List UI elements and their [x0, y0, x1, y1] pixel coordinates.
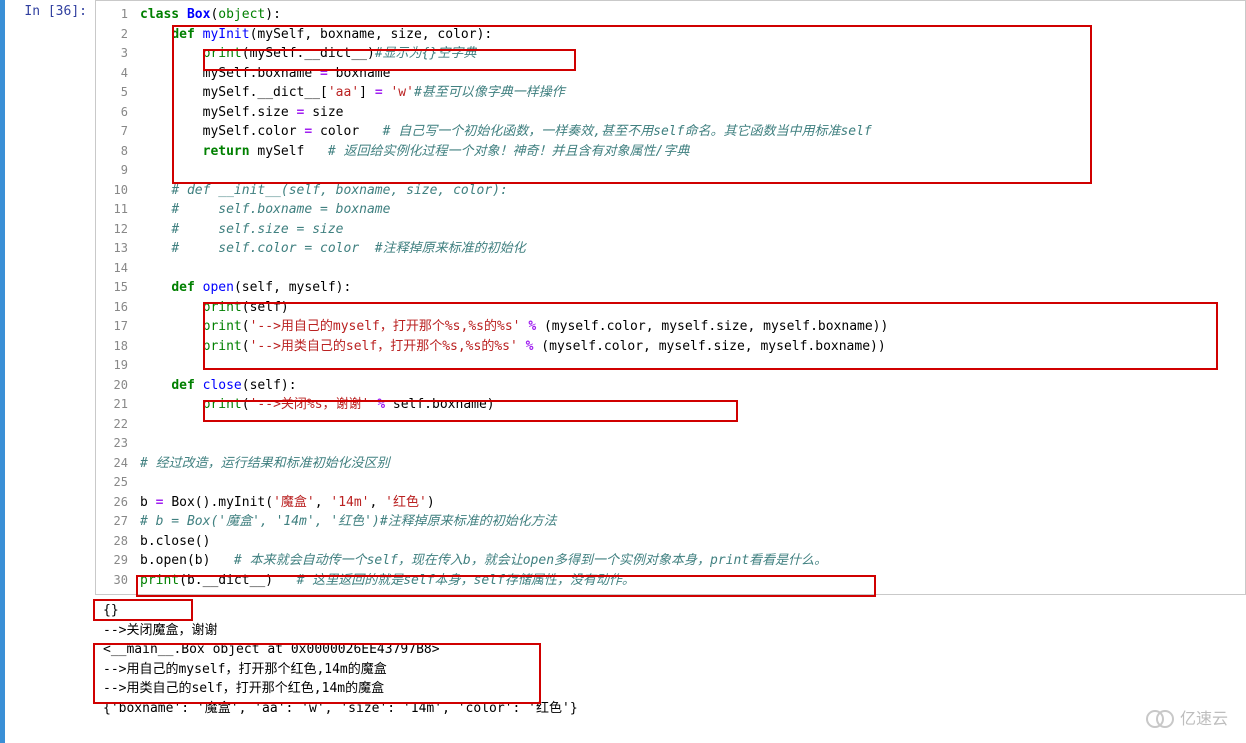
code-line[interactable]: b.open(b) # 本来就会自动传一个self，现在传入b，就会让open多… [140, 551, 1237, 571]
line-number-gutter: 1234567891011121314151617181920212223242… [96, 1, 136, 594]
line-number: 5 [96, 83, 128, 103]
code-line[interactable] [140, 415, 1237, 435]
code-line[interactable]: # b = Box('魔盒', '14m', '红色')#注释掉原来标准的初始化… [140, 512, 1237, 532]
line-number: 18 [96, 337, 128, 357]
code-line[interactable]: # self.size = size [140, 220, 1237, 240]
code-line[interactable]: mySelf.boxname = boxname [140, 64, 1237, 84]
prompt-column: In [36]: [5, 0, 95, 743]
code-line[interactable]: # def __init__(self, boxname, size, colo… [140, 181, 1237, 201]
line-number: 21 [96, 395, 128, 415]
line-number: 12 [96, 220, 128, 240]
watermark-text: 亿速云 [1180, 705, 1228, 729]
line-number: 14 [96, 259, 128, 279]
code-line[interactable]: b.close() [140, 532, 1237, 552]
code-line[interactable] [140, 473, 1237, 493]
line-number: 8 [96, 142, 128, 162]
code-line[interactable]: print('-->用自己的myself，打开那个%s,%s的%s' % (my… [140, 317, 1237, 337]
code-line[interactable]: mySelf.size = size [140, 103, 1237, 123]
line-number: 10 [96, 181, 128, 201]
line-number: 1 [96, 5, 128, 25]
code-line[interactable]: # self.boxname = boxname [140, 200, 1237, 220]
code-line[interactable]: print('-->关闭%s，谢谢' % self.boxname) [140, 395, 1237, 415]
code-line[interactable] [140, 434, 1237, 454]
code-line[interactable]: class Box(object): [140, 5, 1237, 25]
code-line[interactable]: # self.color = color #注释掉原来标准的初始化 [140, 239, 1237, 259]
code-block[interactable]: 1234567891011121314151617181920212223242… [95, 0, 1246, 595]
line-number: 9 [96, 161, 128, 181]
line-number: 4 [96, 64, 128, 84]
code-line[interactable]: print(self) [140, 298, 1237, 318]
line-number: 24 [96, 454, 128, 474]
code-line[interactable]: def open(self, myself): [140, 278, 1237, 298]
line-number: 30 [96, 571, 128, 591]
input-prompt: In [36]: [24, 4, 87, 19]
notebook-cell: In [36]: 1234567891011121314151617181920… [0, 0, 1246, 743]
code-line[interactable]: print(mySelf.__dict__)#显示为{}空字典 [140, 44, 1237, 64]
line-number: 26 [96, 493, 128, 513]
output-area: {}-->关闭魔盒，谢谢<__main__.Box object at 0x00… [95, 595, 1246, 724]
line-number: 29 [96, 551, 128, 571]
line-number: 15 [96, 278, 128, 298]
output-line: <__main__.Box object at 0x0000026EE43797… [103, 640, 1242, 660]
line-number: 6 [96, 103, 128, 123]
output-line: -->用类自己的self，打开那个红色,14m的魔盒 [103, 679, 1242, 699]
line-number: 20 [96, 376, 128, 396]
main-column: 1234567891011121314151617181920212223242… [95, 0, 1246, 743]
line-number: 7 [96, 122, 128, 142]
output-line: {} [103, 601, 1242, 621]
output-line: -->关闭魔盒，谢谢 [103, 621, 1242, 641]
code-line[interactable]: mySelf.color = color # 自己写一个初始化函数，一样奏效,甚… [140, 122, 1237, 142]
line-number: 16 [96, 298, 128, 318]
code-line[interactable] [140, 259, 1237, 279]
code-line[interactable]: # 经过改造，运行结果和标准初始化没区别 [140, 454, 1237, 474]
code-area[interactable]: class Box(object): def myInit(mySelf, bo… [136, 1, 1245, 594]
line-number: 23 [96, 434, 128, 454]
code-line[interactable]: return mySelf # 返回给实例化过程一个对象！神奇！并且含有对象属性… [140, 142, 1237, 162]
line-number: 2 [96, 25, 128, 45]
line-number: 3 [96, 44, 128, 64]
code-line[interactable]: def close(self): [140, 376, 1237, 396]
cloud-icon [1146, 708, 1176, 726]
line-number: 11 [96, 200, 128, 220]
line-number: 28 [96, 532, 128, 552]
line-number: 27 [96, 512, 128, 532]
code-line[interactable] [140, 356, 1237, 376]
output-line: -->用自己的myself，打开那个红色,14m的魔盒 [103, 660, 1242, 680]
line-number: 13 [96, 239, 128, 259]
line-number: 22 [96, 415, 128, 435]
code-line[interactable]: print('-->用类自己的self，打开那个%s,%s的%s' % (mys… [140, 337, 1237, 357]
line-number: 17 [96, 317, 128, 337]
code-line[interactable]: b = Box().myInit('魔盒', '14m', '红色') [140, 493, 1237, 513]
code-line[interactable]: def myInit(mySelf, boxname, size, color)… [140, 25, 1237, 45]
line-number: 25 [96, 473, 128, 493]
code-line[interactable]: mySelf.__dict__['aa'] = 'w'#甚至可以像字典一样操作 [140, 83, 1237, 103]
line-number: 19 [96, 356, 128, 376]
watermark: 亿速云 [1146, 705, 1228, 729]
code-line[interactable] [140, 161, 1237, 181]
code-line[interactable]: print(b.__dict__) # 这里返回的就是self本身，self存储… [140, 571, 1237, 591]
output-line: {'boxname': '魔盒', 'aa': 'w', 'size': '14… [103, 699, 1242, 719]
